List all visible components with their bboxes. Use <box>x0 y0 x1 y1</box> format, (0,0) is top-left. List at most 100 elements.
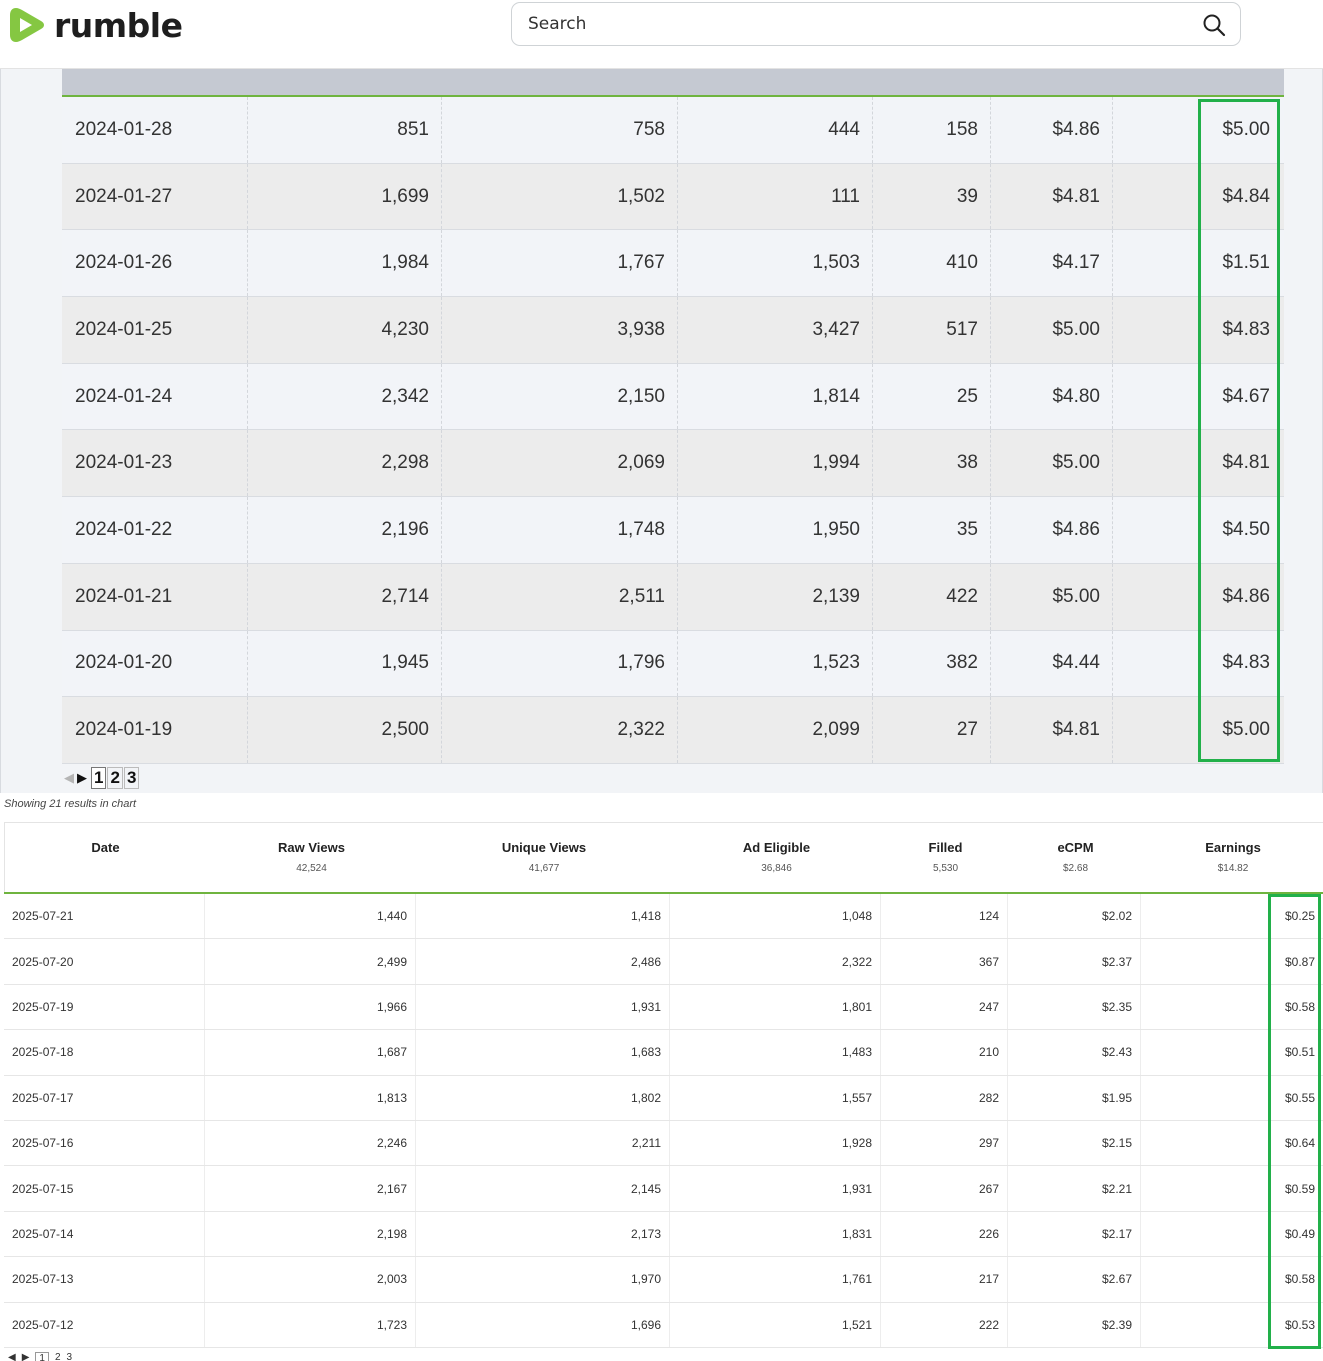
earnings-cell: $0.53 <box>1284 1317 1315 1332</box>
search-box[interactable] <box>511 2 1241 46</box>
column-header-filled[interactable]: Filled 5,530 <box>882 823 1009 893</box>
earnings-cell: $0.55 <box>1284 1090 1315 1105</box>
unique-views-cell: 1,502 <box>442 163 678 230</box>
column-header-earnings[interactable]: Earnings $14.82 <box>1142 823 1323 893</box>
ad-eligible-cell: 1,761 <box>670 1257 881 1302</box>
earnings-cell: $5.00 <box>1222 118 1270 140</box>
next-page-icon[interactable]: ▶ <box>77 770 87 786</box>
ad-eligible-cell: 1,523 <box>678 630 873 697</box>
date-cell: 2025-07-18 <box>4 1030 205 1075</box>
date-cell: 2024-01-19 <box>62 697 248 763</box>
raw-views-cell: 1,440 <box>205 894 416 939</box>
pagination: ◀ ▶ 1 2 3 <box>64 767 140 789</box>
date-cell: 2025-07-21 <box>4 894 205 939</box>
ad-eligible-cell: 1,994 <box>678 430 873 497</box>
ecpm-cell: $2.67 <box>1008 1257 1141 1302</box>
site-header: rumble <box>0 0 1323 69</box>
page-link-2[interactable]: 2 <box>107 767 123 789</box>
column-total: $2.68 <box>1062 863 1089 874</box>
raw-views-cell: 2,500 <box>248 697 442 763</box>
raw-views-cell: 2,298 <box>248 430 442 497</box>
prev-page-icon[interactable]: ◀ <box>64 770 74 786</box>
ad-eligible-cell: 1,048 <box>670 894 881 939</box>
unique-views-cell: 1,418 <box>416 894 670 939</box>
filled-cell: 267 <box>881 1166 1008 1211</box>
unique-views-cell: 2,069 <box>442 430 678 497</box>
table-row: 2025-07-16 2,246 2,211 1,928 297 $2.15 $0.64 <box>4 1120 1323 1167</box>
earnings-cell: $4.83 <box>1222 652 1270 674</box>
next-page-icon[interactable]: ▶ <box>22 1352 30 1361</box>
filled-cell: 39 <box>873 163 991 230</box>
unique-views-cell: 3,938 <box>442 297 678 363</box>
ecpm-cell: $2.39 <box>1008 1302 1141 1347</box>
date-cell: 2025-07-16 <box>4 1120 205 1166</box>
ecpm-cell: $4.86 <box>991 97 1113 163</box>
column-header-unique-views[interactable]: Unique Views 41,677 <box>417 823 671 893</box>
column-title: Date <box>91 840 120 855</box>
page-link-3[interactable]: 3 <box>67 1352 73 1361</box>
column-header-date[interactable]: Date <box>5 823 206 893</box>
search-input[interactable] <box>528 3 1188 45</box>
date-cell: 2025-07-13 <box>4 1257 205 1302</box>
table-header-bar <box>62 69 1284 95</box>
filled-cell: 35 <box>873 497 991 563</box>
column-header-ad-eligible[interactable]: Ad Eligible 36,846 <box>671 823 882 893</box>
filled-cell: 222 <box>881 1302 1008 1347</box>
page-link-1[interactable]: 1 <box>35 1352 49 1361</box>
ecpm-cell: $4.81 <box>991 163 1113 230</box>
ad-eligible-cell: 1,928 <box>670 1120 881 1166</box>
earnings-cell: $0.25 <box>1284 909 1315 924</box>
date-cell: 2025-07-19 <box>4 984 205 1030</box>
column-total: $14.82 <box>1217 863 1249 874</box>
raw-views-cell: 2,714 <box>248 563 442 630</box>
column-title: Earnings <box>1205 840 1261 855</box>
table-row: 2024-01-26 1,984 1,767 1,503 410 $4.17 $1.51 <box>62 230 1284 298</box>
ecpm-cell: $2.35 <box>1008 984 1141 1030</box>
rumble-play-icon <box>10 8 44 42</box>
unique-views-cell: 1,683 <box>416 1030 670 1075</box>
filled-cell: 282 <box>881 1075 1008 1120</box>
ecpm-cell: $4.81 <box>991 697 1113 763</box>
column-total: 36,846 <box>761 863 792 874</box>
table-row: 2024-01-28 851 758 444 158 $4.86 $5.00 <box>62 97 1284 164</box>
ad-eligible-cell: 3,427 <box>678 297 873 363</box>
prev-page-icon[interactable]: ◀ <box>8 1352 16 1361</box>
table-row: 2025-07-14 2,198 2,173 1,831 226 $2.17 $0.49 <box>4 1211 1323 1258</box>
page-link-2[interactable]: 2 <box>55 1352 61 1361</box>
ecpm-cell: $2.37 <box>1008 939 1141 984</box>
ecpm-cell: $4.86 <box>991 497 1113 563</box>
page-link-3[interactable]: 3 <box>123 767 140 789</box>
page-link-1[interactable]: 1 <box>91 767 107 789</box>
ecpm-cell: $2.43 <box>1008 1030 1141 1075</box>
earnings-cell: $4.84 <box>1222 185 1270 207</box>
raw-views-cell: 1,945 <box>248 630 442 697</box>
earnings-cell: $4.50 <box>1222 518 1270 540</box>
unique-views-cell: 1,767 <box>442 230 678 297</box>
filled-cell: 27 <box>873 697 991 763</box>
date-cell: 2024-01-20 <box>62 630 248 697</box>
column-total: 42,524 <box>296 863 327 874</box>
table-row: 2025-07-12 1,723 1,696 1,521 222 $2.39 $0.53 <box>4 1302 1323 1348</box>
table-header: Date Raw Views 42,524 Unique Views 41,677 Ad … <box>4 822 1323 892</box>
earnings-cell: $4.83 <box>1222 318 1270 340</box>
raw-views-cell: 1,699 <box>248 163 442 230</box>
filled-cell: 38 <box>873 430 991 497</box>
logo-text: rumble <box>54 5 183 45</box>
filled-cell: 422 <box>873 563 991 630</box>
search-icon[interactable] <box>1202 13 1226 37</box>
ad-eligible-cell: 1,557 <box>670 1075 881 1120</box>
table-row: 2025-07-18 1,687 1,683 1,483 210 $2.43 $0.51 <box>4 1030 1323 1076</box>
column-title: Ad Eligible <box>742 840 811 855</box>
unique-views-cell: 2,486 <box>416 939 670 984</box>
raw-views-cell: 2,342 <box>248 363 442 430</box>
earnings-cell: $0.87 <box>1284 954 1315 969</box>
column-header-raw-views[interactable]: Raw Views 42,524 <box>206 823 417 893</box>
column-header-ecpm[interactable]: eCPM $2.68 <box>1009 823 1142 893</box>
date-cell: 2024-01-27 <box>62 163 248 230</box>
date-cell: 2024-01-26 <box>62 230 248 297</box>
rumble-logo[interactable]: rumble <box>8 4 183 46</box>
filled-cell: 297 <box>881 1120 1008 1166</box>
raw-views-cell: 1,723 <box>205 1302 416 1347</box>
filled-cell: 25 <box>873 363 991 430</box>
date-cell: 2025-07-15 <box>4 1166 205 1211</box>
